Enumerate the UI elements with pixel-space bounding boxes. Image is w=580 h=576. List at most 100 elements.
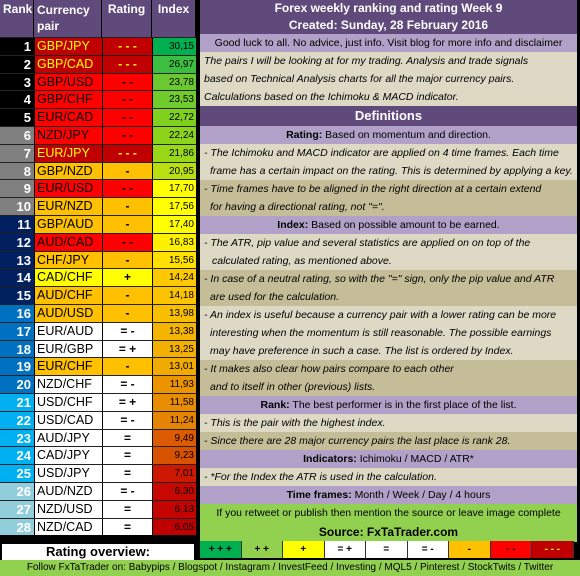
rank-label: Rank: (260, 399, 290, 411)
pair-cell: USD/CHF (34, 393, 102, 411)
table-row: 14 CAD/CHF +14,24 (0, 268, 196, 287)
pair-cell: EUR/NZD (34, 198, 102, 215)
table-header: Rank Currency pair Rating Index (0, 0, 196, 37)
pair-cell: GBP/USD (34, 73, 102, 91)
pair-cell: GBP/NZD (34, 162, 102, 180)
header-pair: Currency pair (34, 0, 102, 37)
index-cell: 7,01 (152, 465, 196, 482)
rating-cell: - - (102, 180, 152, 198)
table-row: 3 GBP/USD - -23,78 (0, 72, 196, 91)
legend-item: - - - (532, 541, 574, 558)
index-cell: 23,78 (152, 73, 196, 91)
table-row: 6 NZD/JPY - -22,24 (0, 125, 196, 144)
index-cell: 6,05 (152, 518, 196, 536)
table-row: 25 USD/JPY = 7,01 (0, 464, 196, 482)
rank-cell: 3 (0, 73, 34, 91)
rank-cell: 9 (0, 180, 34, 198)
index-cell: 20,95 (152, 162, 196, 180)
index-cell: 15,56 (152, 251, 196, 269)
rank-definition: Rank: The best performer is in the first… (200, 396, 577, 414)
rank-cell: 21 (0, 393, 34, 411)
rank-cell: 4 (0, 91, 34, 109)
index-cell: 9,23 (152, 447, 196, 465)
indicators-note: - *For the Index the ATR is used in the … (200, 468, 577, 486)
rating-cell: - - (102, 73, 152, 91)
legend-item: - - (490, 541, 532, 558)
pair-cell: GBP/CHF (34, 91, 102, 109)
index-cell: 11,24 (152, 411, 196, 429)
index-text: Based on possible amount to be earned. (308, 219, 500, 231)
rank-cell: 6 (0, 126, 34, 144)
rating-text: Based on momentum and direction. (322, 129, 491, 141)
pair-cell: CHF/JPY (34, 251, 102, 269)
table-row: 12 AUD/CAD - -16,83 (0, 232, 196, 251)
rank-cell: 1 (0, 38, 34, 55)
index-cell: 13,98 (152, 304, 196, 322)
index-note: - An index is useful because a currency … (200, 306, 577, 324)
rating-note: - The Ichimoku and MACD indicator are ap… (200, 144, 577, 162)
index-note: - The ATR, pip value and several statist… (200, 234, 577, 252)
index-cell: 30,15 (152, 38, 196, 55)
rank-cell: 10 (0, 198, 34, 215)
legend-item: = + (324, 541, 366, 558)
index-cell: 22,24 (152, 126, 196, 144)
table-row: 16 AUD/USD -13,98 (0, 303, 196, 322)
index-cell: 13,38 (152, 322, 196, 340)
pair-cell: AUD/JPY (34, 429, 102, 447)
index-cell: 23,53 (152, 91, 196, 109)
rating-overview-label: Rating overview: (2, 544, 194, 560)
source-link[interactable]: Source: FxTaTrader.com (200, 522, 577, 542)
pair-cell: AUD/CHF (34, 287, 102, 304)
follow-links[interactable]: Follow FxTaTrader on: Babypips / Blogspo… (0, 560, 580, 576)
rank-cell: 14 (0, 269, 34, 287)
rank-cell: 2 (0, 55, 34, 73)
rating-cell: - - - (102, 55, 152, 73)
rank-cell: 26 (0, 482, 34, 500)
rating-note: for having a directional rating, not "="… (200, 198, 577, 216)
intro-2: based on Technical Analysis charts for a… (200, 70, 577, 88)
rating-cell: = - (102, 376, 152, 393)
pair-cell: EUR/CHF (34, 358, 102, 376)
rating-label: Rating: (286, 129, 323, 141)
rank-cell: 11 (0, 215, 34, 233)
table-row: 28 NZD/CAD = 6,05 (0, 517, 196, 536)
index-cell: 14,24 (152, 269, 196, 287)
rank-cell: 22 (0, 411, 34, 429)
table-row: 24 CAD/JPY = 9,23 (0, 446, 196, 465)
pair-cell: NZD/JPY (34, 126, 102, 144)
table-row: 27 NZD/USD = 6,13 (0, 499, 196, 518)
table-row: 21 USD/CHF = +11,58 (0, 392, 196, 411)
pair-cell: NZD/CHF (34, 376, 102, 393)
index-note: may have preference in such a case. The … (200, 342, 577, 360)
pair-cell: CAD/JPY (34, 447, 102, 465)
timeframes-definition: Time frames: Month / Week / Day / 4 hour… (200, 486, 577, 504)
index-definition: Index: Based on possible amount to be ea… (200, 216, 577, 234)
rank-cell: 8 (0, 162, 34, 180)
table-row: 9 EUR/USD - -17,70 (0, 179, 196, 198)
intro-3: Calculations based on the Ichimoku & MAC… (200, 88, 577, 106)
pair-cell: EUR/JPY (34, 144, 102, 162)
table-row: 20 NZD/CHF = -11,93 (0, 375, 196, 393)
indicators-text: Ichimoku / MACD / ATR* (356, 453, 474, 465)
index-note: - It makes also clear how pairs compare … (200, 360, 577, 378)
rank-cell: 12 (0, 233, 34, 251)
index-note: - In case of a neutral rating, so with t… (200, 270, 577, 288)
rating-cell: - (102, 358, 152, 376)
rank-note: - This is the pair with the highest inde… (200, 414, 577, 432)
legend-item: + (283, 541, 325, 558)
rank-cell: 27 (0, 500, 34, 518)
rating-cell: - (102, 215, 152, 233)
index-cell: 11,93 (152, 376, 196, 393)
index-cell: 9,49 (152, 429, 196, 447)
rank-cell: 7 (0, 144, 34, 162)
index-note: interesting when the momentum is still r… (200, 324, 577, 342)
index-cell: 6,13 (152, 500, 196, 518)
header-rank: Rank (0, 0, 34, 37)
table-row: 17 EUR/AUD = -13,38 (0, 321, 196, 340)
rating-cell: = (102, 465, 152, 482)
timeframes-text: Month / Week / Day / 4 hours (351, 489, 491, 501)
index-cell: 22,72 (152, 109, 196, 126)
rating-cell: - - - (102, 144, 152, 162)
ranking-table: Rank Currency pair Rating Index 1 GBP/JPY… (0, 0, 196, 536)
index-note: are used for the calculation. (200, 288, 577, 306)
